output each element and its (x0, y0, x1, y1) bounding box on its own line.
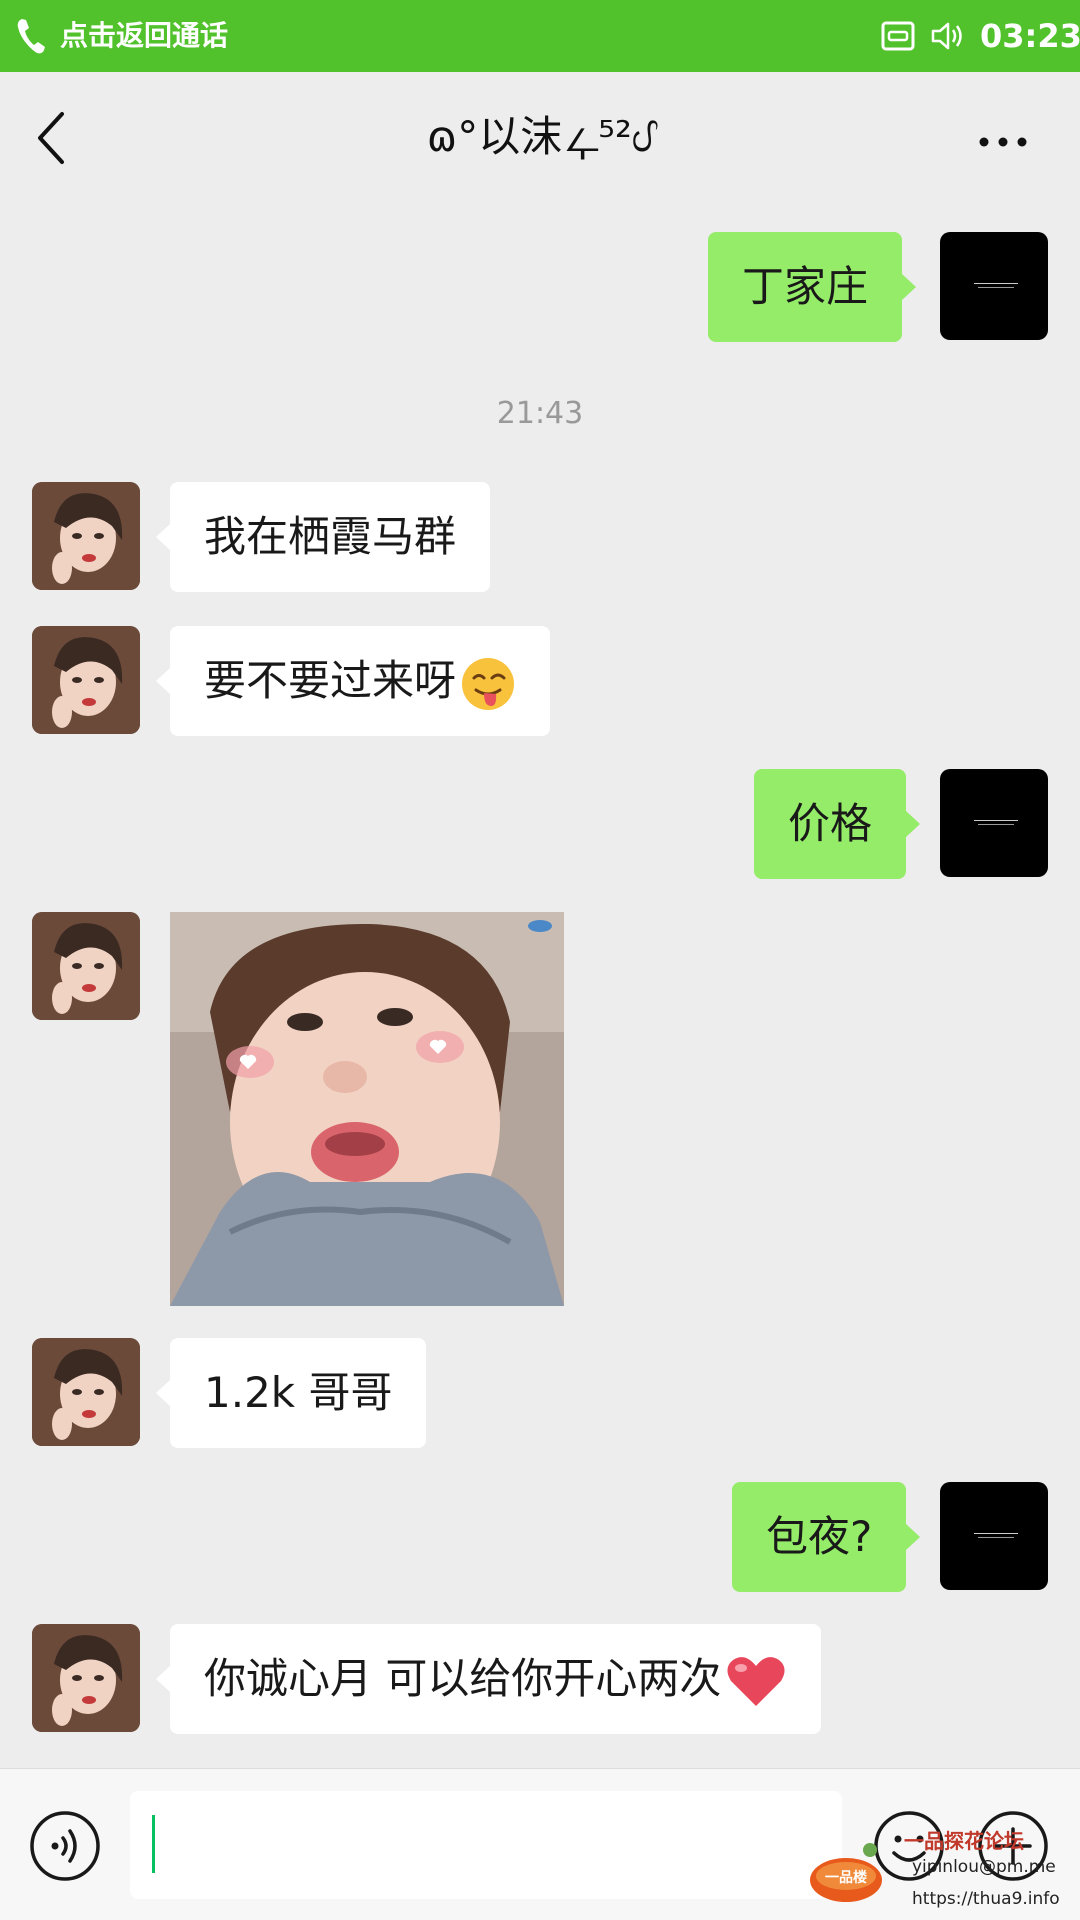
watermark-logo: 一品楼 (810, 1843, 882, 1902)
watermark-email: yipinlou@pm.me (912, 1857, 1056, 1877)
woman-portrait-avatar (32, 1624, 140, 1732)
peer-message-bubble[interactable]: 1.2k 哥哥 (155, 1338, 427, 1448)
sticker-image (170, 912, 564, 1306)
heart-emoji (727, 1656, 785, 1706)
more-dots-icon[interactable] (968, 112, 1038, 172)
chat-title: ɷ°以沫ഺ⁵²ᦔ (426, 112, 654, 161)
peer-avatar[interactable] (32, 1338, 140, 1446)
toddler-face-sticker[interactable] (170, 912, 564, 1306)
message-input[interactable] (130, 1791, 842, 1899)
woman-portrait-avatar (32, 482, 140, 590)
self-message-bubble[interactable]: 价格 (754, 769, 921, 879)
woman-portrait-avatar (32, 626, 140, 734)
peer-avatar[interactable] (32, 1624, 140, 1732)
voice-icon[interactable] (28, 1809, 102, 1883)
avatar-pattern (974, 820, 1018, 825)
chat-timestamp: 21:43 (496, 396, 584, 431)
status-clock: 03:23 (980, 17, 1080, 55)
back-button[interactable] (28, 106, 80, 170)
chat-header: ɷ°以沫ഺ⁵²ᦔ (0, 72, 1080, 202)
return-to-call-label[interactable]: 点击返回通话 (60, 17, 228, 55)
woman-portrait-avatar (32, 1338, 140, 1446)
self-avatar[interactable] (940, 232, 1048, 340)
watermark-logo-text: 一品楼 (825, 1869, 867, 1885)
self-message-bubble[interactable]: 包夜? (732, 1482, 921, 1592)
message-text: 要不要过来呀 (204, 656, 457, 705)
avatar-pattern (974, 1533, 1018, 1538)
avatar-pattern (974, 283, 1018, 288)
phone-icon (17, 19, 45, 54)
text-caret (152, 1815, 155, 1873)
peer-avatar[interactable] (32, 482, 140, 590)
chevron-left-icon (38, 112, 64, 164)
volume-icon (931, 22, 962, 50)
peer-avatar[interactable] (32, 912, 140, 1020)
watermark-url: https://thua9.info (912, 1889, 1060, 1909)
self-avatar[interactable] (940, 769, 1048, 877)
peer-avatar[interactable] (32, 626, 140, 734)
cast-icon (881, 21, 915, 51)
watermark-title: 一品探花论坛 (904, 1829, 1024, 1853)
self-avatar[interactable] (940, 1482, 1048, 1590)
winking-tongue-emoji (462, 657, 515, 710)
self-message-bubble[interactable]: 丁家庄 (708, 232, 917, 342)
forum-watermark: 一品楼 一品探花论坛 yipinlou@pm.me https://thua9.… (808, 1820, 1080, 1920)
message-text: 你诚心月 可以给你开心两次 (204, 1654, 722, 1703)
peer-message-bubble[interactable]: 你诚心月 可以给你开心两次 (155, 1624, 822, 1734)
woman-portrait-avatar (32, 912, 140, 1020)
peer-message-bubble[interactable]: 要不要过来呀 (155, 626, 551, 736)
peer-message-bubble[interactable]: 我在栖霞马群 (155, 482, 491, 592)
call-banner[interactable]: 点击返回通话 03:23 (0, 0, 1080, 72)
